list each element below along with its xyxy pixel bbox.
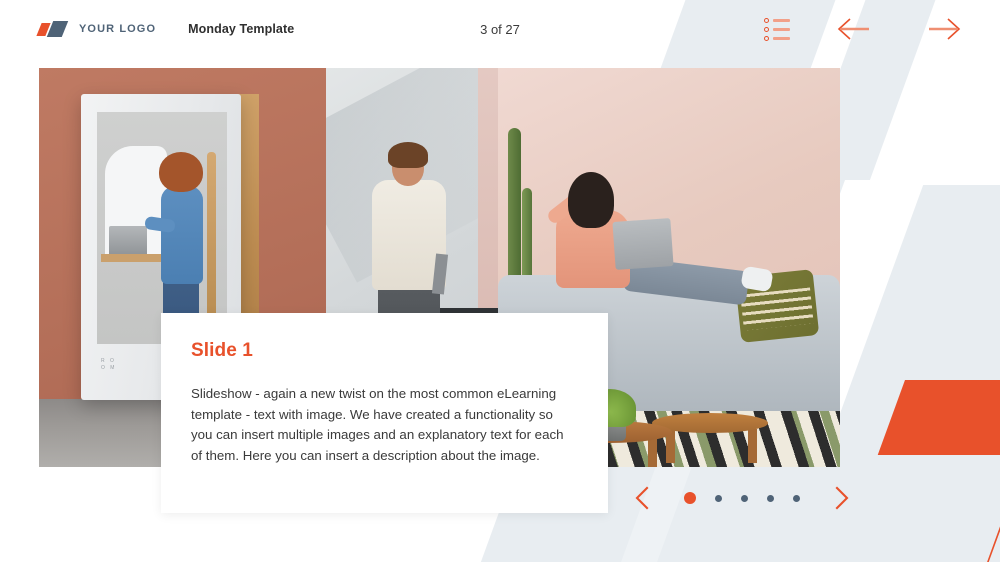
template-title: Monday Template xyxy=(188,22,295,36)
photo1-person-body xyxy=(161,186,203,284)
orange-diagonal-band xyxy=(832,380,1000,562)
arrow-right-icon[interactable] xyxy=(922,16,962,42)
photo3-laptop xyxy=(612,218,674,270)
logo-parallelograms-icon xyxy=(36,21,69,37)
menu-bar xyxy=(773,27,790,31)
photo1-wood-handle xyxy=(207,152,216,320)
header-left-group: YOUR LOGO Monday Template xyxy=(0,21,294,37)
menu-bar xyxy=(773,36,790,40)
menu-dot xyxy=(764,17,769,23)
slide-pagination xyxy=(632,482,852,514)
slide-counter: 3 of 27 xyxy=(480,21,520,37)
pagination-dot-5[interactable] xyxy=(793,494,800,502)
photo3-table2-leg-b xyxy=(748,429,757,463)
app-header: YOUR LOGO Monday Template 3 of 27 xyxy=(0,0,1000,58)
slide-description: Slideshow - again a new twist on the mos… xyxy=(191,386,564,463)
photo1-booth-brand: R OO M xyxy=(101,358,117,371)
photo1-person-hair xyxy=(159,152,203,192)
arrow-left-icon[interactable] xyxy=(836,16,876,42)
pagination-dot-1[interactable] xyxy=(684,492,696,504)
pagination-dot-3[interactable] xyxy=(741,494,748,502)
pagination-dot-2[interactable] xyxy=(715,494,722,502)
photo1-laptop xyxy=(109,226,147,256)
pagination-dots xyxy=(684,492,800,504)
photo3-person-hair xyxy=(568,172,614,228)
logo-text: YOUR LOGO xyxy=(79,23,157,35)
photo3-table1-leg-b xyxy=(648,439,657,467)
header-controls xyxy=(764,16,1000,42)
chevron-left-icon[interactable] xyxy=(632,485,652,511)
slideshow-stage: YOUR LOGO Monday Template 3 of 27 R O O … xyxy=(0,0,1000,562)
list-menu-icon[interactable] xyxy=(764,17,790,41)
pagination-dot-4[interactable] xyxy=(767,494,774,502)
menu-bar xyxy=(773,18,790,22)
photo2-person-hair xyxy=(388,142,428,168)
menu-dot xyxy=(764,35,769,41)
chevron-right-icon[interactable] xyxy=(832,485,852,511)
photo3-cushion-stripes xyxy=(740,287,814,331)
slide-title: Slide 1 xyxy=(191,340,253,361)
menu-dot xyxy=(764,26,769,32)
slide-text-card: Slide 1 Slideshow - again a new twist on… xyxy=(161,313,608,513)
